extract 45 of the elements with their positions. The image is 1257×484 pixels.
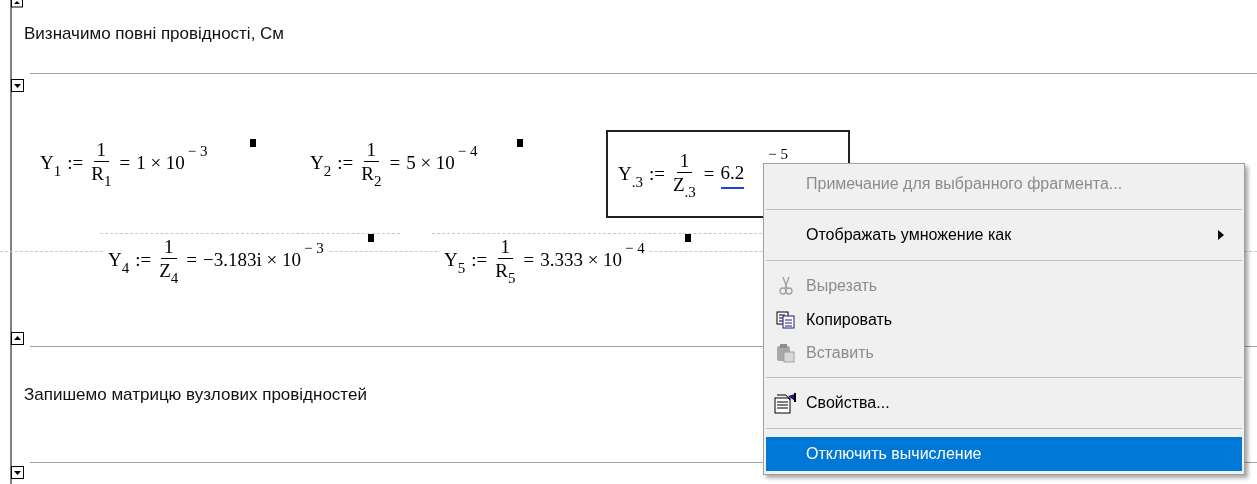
assign-operator: := [135, 247, 152, 272]
equals-sign: = [389, 150, 401, 175]
fraction: 1 R$_{2}$ [361, 139, 382, 187]
fraction: 1 R$_{1}$ [91, 139, 112, 187]
menu-item[interactable]: Копировать [766, 303, 1242, 336]
assign-operator: := [649, 161, 665, 186]
math-variable: Y$_{1}$ [40, 150, 62, 178]
math-result: 3.333 × 10 [540, 247, 623, 272]
math-variable: Y$_{2}$ [310, 150, 332, 178]
menu-item[interactable]: Отключить вычисление [766, 437, 1242, 471]
equals-sign: = [119, 150, 131, 175]
exponent: − 4 [625, 238, 645, 258]
region-toggle-icon[interactable] [11, 0, 23, 8]
equals-sign: = [703, 161, 715, 186]
region-end-marker [368, 234, 374, 242]
properties-icon [774, 392, 798, 414]
fraction: 1 Z$_{.3}$ [673, 150, 696, 198]
exponent: − 3 [304, 238, 324, 258]
assign-operator: := [471, 247, 488, 272]
fraction: 1 R$_{5}$ [495, 236, 516, 284]
scissors-icon [777, 276, 795, 296]
menu-item[interactable]: Отображать умножение как [766, 218, 1242, 252]
paste-icon [776, 342, 796, 363]
text-region: Визначимо повні провідності, См [24, 23, 285, 45]
assign-operator: := [67, 150, 84, 175]
region-end-marker [250, 139, 256, 147]
region-end-marker [685, 234, 691, 242]
fraction: 1 Z$_{4}$ [159, 236, 179, 284]
math-variable: Y$_{.3}$ [618, 161, 643, 189]
equals-sign: = [186, 247, 198, 272]
menu-item[interactable]: Свойства... [766, 386, 1242, 420]
math-result: 5 × 10 [406, 150, 455, 175]
math-variable: Y$_{4}$ [108, 247, 130, 275]
assign-operator: := [337, 150, 354, 175]
math-result: 6.2 [720, 158, 745, 190]
math-result: 1 × 10 [136, 150, 185, 175]
equals-sign: = [523, 247, 535, 272]
copy-icon [776, 310, 796, 329]
text-region: Запишемо матрицю вузлових провідностей [24, 384, 367, 406]
exponent: − 4 [457, 141, 478, 161]
region-end-marker [517, 139, 523, 147]
math-result: −3.183i × 10 [203, 247, 302, 272]
math-variable: Y$_{5}$ [444, 247, 466, 275]
exponent: − 3 [187, 141, 208, 161]
exponent: − 5 [768, 144, 789, 164]
